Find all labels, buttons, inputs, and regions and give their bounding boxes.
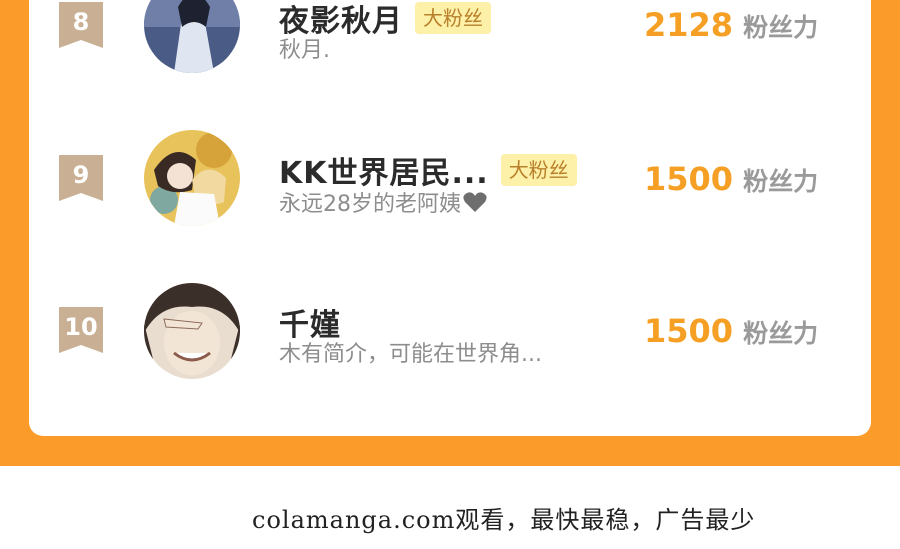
user-bio: 秋月. (279, 38, 330, 63)
leaderboard-row[interactable]: 9 KK世界居民... 大粉丝 永远28岁的老阿姨 1500 粉丝力 (29, 130, 871, 240)
user-bio: 永远28岁的老阿姨 (279, 186, 487, 219)
fan-level-badge: 大粉丝 (500, 154, 577, 186)
user-bio-text: 永远28岁的老阿姨 (279, 192, 461, 217)
fan-level-badge: 大粉丝 (415, 2, 491, 34)
avatar[interactable] (144, 130, 240, 226)
avatar[interactable] (144, 0, 240, 73)
user-bio: 木有简介，可能在世界角... (279, 342, 542, 367)
rank-badge-icon: 10 (59, 307, 103, 353)
score-value: 1500 (644, 312, 734, 350)
rank-number: 10 (64, 313, 98, 341)
leaderboard-card: 8 夜影秋月 大粉丝 秋月. 2128 粉丝力 9 KK世界居民... 大粉丝 … (29, 0, 871, 436)
leaderboard-row[interactable]: 10 千嫤 木有简介，可能在世界角... 1500 粉丝力 (29, 282, 871, 392)
score-unit: 粉丝力 (743, 13, 819, 42)
rank-number: 8 (72, 8, 90, 36)
rank-badge-icon: 9 (59, 155, 103, 201)
score-value: 2128 (644, 6, 734, 44)
score-unit: 粉丝力 (743, 319, 819, 348)
footer-watermark-text: colamanga.com观看，最快最稳，广告最少 (252, 506, 756, 534)
rank-badge-icon: 8 (59, 2, 103, 48)
heart-icon (463, 191, 487, 219)
score-value: 1500 (644, 160, 734, 198)
rank-number: 9 (72, 161, 90, 189)
score-unit: 粉丝力 (743, 167, 819, 196)
leaderboard-row[interactable]: 8 夜影秋月 大粉丝 秋月. 2128 粉丝力 (29, 0, 871, 90)
avatar[interactable] (144, 283, 240, 379)
